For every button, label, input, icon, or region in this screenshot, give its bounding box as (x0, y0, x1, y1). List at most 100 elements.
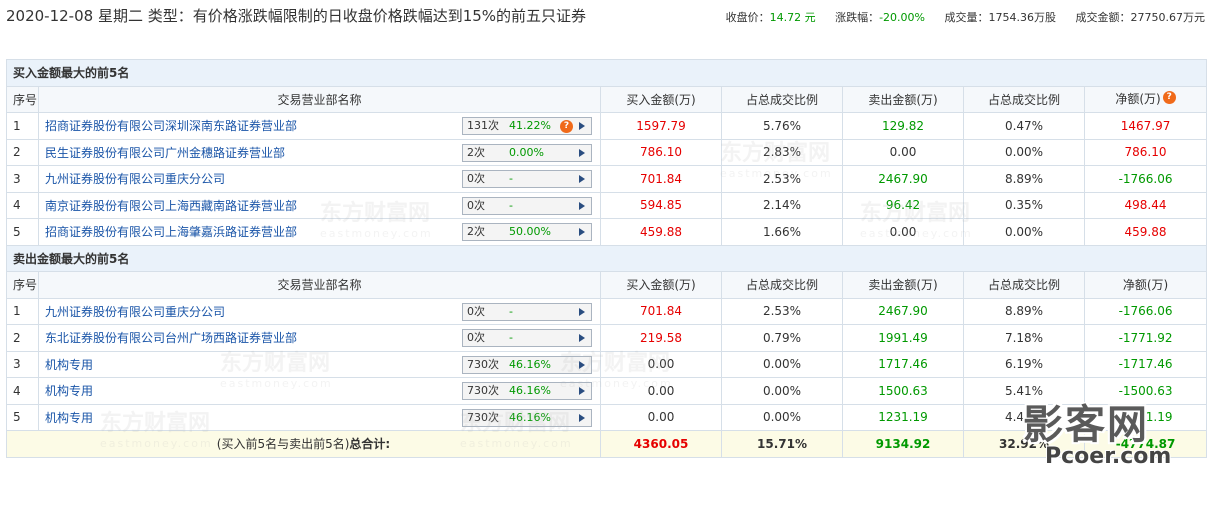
col-buy-pct: 占总成交比例 (721, 271, 843, 299)
row-index: 4 (6, 377, 39, 405)
expand-arrow-icon[interactable] (579, 148, 585, 157)
net-amount: -1766.06 (1083, 297, 1208, 325)
col-net: 净额(万) (1083, 271, 1208, 299)
sell-ratio: 5.41% (963, 377, 1085, 405)
row-index: 1 (6, 297, 39, 325)
total-sell-pct: 32.92% (963, 430, 1085, 458)
org-history-toggle[interactable]: 2次 50.00% (462, 223, 592, 241)
total-net: -4774.87 (1083, 430, 1208, 458)
row-index: 2 (6, 138, 39, 166)
col-sell-pct: 占总成交比例 (963, 85, 1085, 113)
org-history-toggle[interactable]: 0次 - (462, 170, 592, 188)
table-row: 5 机构专用 730次 46.16% 0.00 0.00% 1231.19 4.44% -123… (6, 403, 1208, 431)
buy-ratio: 2.53% (721, 165, 843, 193)
buy-ratio: 2.14% (721, 191, 843, 219)
expand-arrow-icon[interactable] (579, 122, 585, 130)
expand-arrow-icon[interactable] (579, 387, 585, 395)
buy-ratio: 5.76% (721, 112, 843, 140)
org-cell: 九州证券股份有限公司重庆分公司 0次 - (38, 165, 601, 193)
org-link[interactable]: 机构专用 (45, 358, 93, 372)
org-link[interactable]: 九州证券股份有限公司重庆分公司 (45, 305, 225, 319)
sell-ratio: 7.18% (963, 324, 1085, 352)
sell-amount: 1500.63 (842, 377, 964, 405)
org-link[interactable]: 南京证券股份有限公司上海西藏南路证券营业部 (45, 199, 297, 213)
table-row: 1 九州证券股份有限公司重庆分公司 0次 - 701.84 2.53% 2467.90 8.8… (6, 297, 1208, 325)
appear-count: 730次 (467, 384, 499, 397)
org-link[interactable]: 机构专用 (45, 384, 93, 398)
org-cell: 机构专用 730次 46.16% (38, 403, 601, 431)
expand-arrow-icon[interactable] (579, 360, 585, 369)
sell-amount: 2467.90 (842, 297, 964, 325)
org-link[interactable]: 东北证券股份有限公司台州广场西路证券营业部 (45, 331, 297, 345)
net-amount: -1766.06 (1083, 165, 1208, 193)
expand-arrow-icon[interactable] (579, 201, 585, 210)
buy-amount: 219.58 (600, 324, 722, 352)
buy-ratio: 0.00% (721, 377, 843, 405)
col-idx: 序号 (6, 85, 39, 113)
expand-arrow-icon[interactable] (579, 307, 585, 316)
buy-ratio: 0.79% (721, 324, 843, 352)
expand-arrow-icon[interactable] (579, 334, 585, 342)
expand-arrow-icon[interactable] (579, 413, 585, 422)
dragon-tiger-table: 买入金额最大的前5名 序号 交易营业部名称 买入金额(万) 占总成交比例 卖出金… (5, 59, 1208, 458)
sell-ratio: 4.44% (963, 403, 1085, 431)
expand-arrow-icon[interactable] (579, 175, 585, 183)
row-index: 5 (6, 218, 39, 246)
total-row: (买入前5名与卖出前5名)总合计: 4360.05 15.71% 9134.92… (6, 430, 1208, 458)
buy-amount: 0.00 (600, 350, 722, 378)
appear-count: 730次 (467, 357, 499, 371)
buy-amount: 701.84 (600, 297, 722, 325)
org-link[interactable]: 招商证券股份有限公司深圳深南东路证券营业部 (45, 119, 297, 133)
org-link[interactable]: 机构专用 (45, 411, 93, 425)
org-history-toggle[interactable]: 730次 46.16% (462, 408, 592, 427)
sell-amount: 129.82 (842, 112, 964, 140)
appear-count: 730次 (467, 410, 499, 424)
sell-ratio: 0.00% (963, 218, 1085, 246)
buy-amount: 1597.79 (600, 112, 722, 140)
org-link[interactable]: 民生证券股份有限公司广州金穗路证券营业部 (45, 146, 285, 160)
col-sell-pct: 占总成交比例 (963, 271, 1085, 299)
org-link[interactable]: 招商证券股份有限公司上海肇嘉浜路证券营业部 (45, 225, 297, 239)
org-cell: 招商证券股份有限公司深圳深南东路证券营业部 131次 41.22%? (38, 112, 601, 140)
org-history-toggle[interactable]: 0次 - (462, 196, 592, 215)
org-cell: 招商证券股份有限公司上海肇嘉浜路证券营业部 2次 50.00% (38, 218, 601, 246)
org-history-toggle[interactable]: 0次 - (462, 329, 592, 347)
table-row: 4 南京证券股份有限公司上海西藏南路证券营业部 0次 - 594.85 2.14% 96.4… (6, 191, 1208, 219)
help-icon[interactable]: ? (1162, 91, 1176, 105)
net-amount: 1467.97 (1083, 112, 1208, 140)
col-sell: 卖出金额(万) (842, 85, 964, 113)
table-row: 4 机构专用 730次 46.16% 0.00 0.00% 1500.63 5.41% -150… (6, 377, 1208, 405)
org-history-toggle[interactable]: 730次 46.16% (462, 355, 592, 374)
total-buy: 4360.05 (600, 430, 722, 458)
org-history-toggle[interactable]: 0次 - (462, 302, 592, 321)
sell-amount: 0.00 (842, 218, 964, 246)
org-cell: 南京证券股份有限公司上海西藏南路证券营业部 0次 - (38, 191, 601, 219)
win-rate: - (509, 198, 513, 212)
buy-section-title: 买入金额最大的前5名 (5, 59, 1208, 87)
change-stat: 涨跌幅：-20.00% (835, 11, 925, 24)
sell-section-title-row: 卖出金额最大的前5名 (5, 244, 1208, 272)
org-history-toggle[interactable]: 131次 41.22%? (462, 117, 592, 135)
buy-ratio: 2.53% (721, 297, 843, 325)
col-buy: 买入金额(万) (600, 85, 722, 113)
buy-amount: 594.85 (600, 191, 722, 219)
help-icon[interactable]: ? (560, 120, 573, 133)
org-cell: 民生证券股份有限公司广州金穗路证券营业部 2次 0.00% (38, 138, 601, 166)
buy-amount: 0.00 (600, 403, 722, 431)
appear-count: 2次 (467, 225, 485, 238)
appear-count: 2次 (467, 145, 485, 159)
sell-amount: 1231.19 (842, 403, 964, 431)
appear-count: 0次 (467, 304, 485, 318)
org-history-toggle[interactable]: 2次 0.00% (462, 143, 592, 162)
org-history-toggle[interactable]: 730次 46.16% (462, 382, 592, 400)
sell-amount: 1991.49 (842, 324, 964, 352)
net-amount: 459.88 (1083, 218, 1208, 246)
row-index: 3 (6, 350, 39, 378)
expand-arrow-icon[interactable] (579, 228, 585, 236)
org-link[interactable]: 九州证券股份有限公司重庆分公司 (45, 172, 225, 186)
amount-stat: 成交金额：27750.67万元 (1075, 11, 1206, 24)
buy-ratio: 1.66% (721, 218, 843, 246)
appear-count: 0次 (467, 331, 485, 344)
total-sell: 9134.92 (842, 430, 964, 458)
col-name: 交易营业部名称 (38, 85, 601, 113)
